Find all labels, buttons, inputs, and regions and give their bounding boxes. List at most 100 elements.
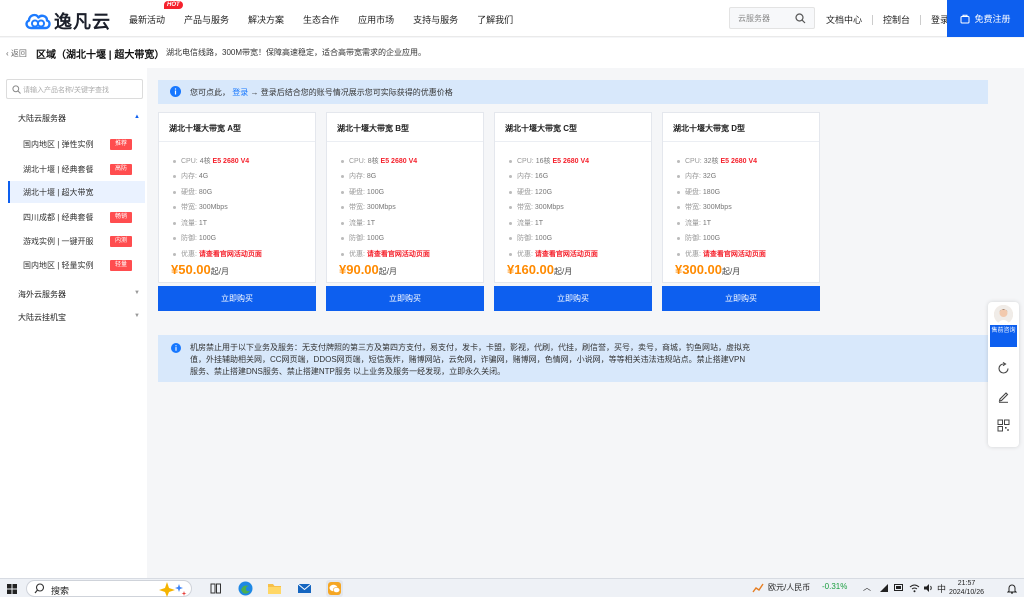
spec-label: 流量: xyxy=(181,220,197,227)
taskbar-search[interactable]: 搜索 xyxy=(26,580,192,597)
spec-traffic: 流量: 1T xyxy=(173,218,207,228)
consult-button[interactable]: 售前咨询 xyxy=(990,325,1017,347)
qrcode-icon[interactable] xyxy=(997,419,1010,432)
spec-bw: 带宽: 300Mbps xyxy=(677,202,732,212)
notice-text: 您可点此， 登录 → 登录后结合您的账号情况展示您可实际获得的优惠价格 xyxy=(190,87,453,98)
back-link[interactable]: ‹ 返回 xyxy=(6,48,27,59)
nav-marketplace[interactable]: 应用市场 xyxy=(358,13,394,26)
sidebar-item-elastic[interactable]: 国内地区 | 弹性实例 推荐 xyxy=(8,133,145,155)
spec-ddos: 防御: 100G xyxy=(341,233,384,243)
nav-solutions[interactable]: 解决方案 xyxy=(248,13,284,26)
spec-value: 1T xyxy=(534,220,544,227)
spec-value: 1T xyxy=(198,220,208,227)
system-clock[interactable]: 21:57 2024/10/26 xyxy=(949,579,984,597)
wifi-icon[interactable] xyxy=(909,583,920,593)
divider xyxy=(495,141,651,142)
page-title: 区域（湖北十堰 | 超大带宽） xyxy=(36,50,165,61)
sidebar-item-lightweight[interactable]: 国内地区 | 轻量实例 轻量 xyxy=(8,254,145,276)
buy-now-button[interactable]: 立即购买 xyxy=(662,286,820,311)
spec-traffic: 流量: 1T xyxy=(341,218,375,228)
nav-latest-activity[interactable]: 最新活动 HOT xyxy=(129,1,183,26)
file-explorer-icon[interactable] xyxy=(266,580,283,597)
sidebar-search-input[interactable]: 请输入产品名称/关键字查找 xyxy=(6,79,143,99)
card-title: 湖北十堰大带宽 D型 xyxy=(673,124,745,133)
item-badge: 高防 xyxy=(110,164,132,175)
spec-disk: 硬盘: 100G xyxy=(341,187,384,197)
buy-now-button[interactable]: 立即购买 xyxy=(494,286,652,311)
console-link[interactable]: 控制台 xyxy=(883,13,910,26)
sidebar-item-chengdu-classic[interactable]: 四川成都 | 经典套餐 畅销 xyxy=(8,206,145,228)
spec-value: 300Mbps xyxy=(198,204,228,211)
chevron-up-icon[interactable]: ︿ xyxy=(863,582,871,593)
nav-products[interactable]: 产品与服务 xyxy=(184,13,229,26)
spec-value: 32核 xyxy=(703,158,719,165)
price-value: ¥300.00 xyxy=(675,262,722,277)
price-value: ¥90.00 xyxy=(339,262,379,277)
buy-now-button[interactable]: 立即购买 xyxy=(326,286,484,311)
divider xyxy=(159,141,315,142)
spec-value: 8核 xyxy=(367,158,379,165)
site-logo[interactable]: 逸凡云 xyxy=(24,8,111,34)
register-button[interactable]: 免费注册 xyxy=(947,0,1024,37)
promo-text[interactable]: 请查看官网活动页面 xyxy=(367,251,430,258)
edge-browser-icon[interactable] xyxy=(237,580,254,597)
bullet-icon xyxy=(341,159,344,163)
nav-ecosystem[interactable]: 生态合作 xyxy=(303,13,339,26)
product-card: 湖北十堰大带宽 B型 CPU: 8核 E5 2680 V4 内存: 8G 硬盘: 10… xyxy=(326,112,484,283)
chevron-up-icon: ▲ xyxy=(134,114,140,120)
bullet-icon xyxy=(341,221,344,225)
mail-icon[interactable] xyxy=(296,580,313,597)
wechat-icon[interactable] xyxy=(326,580,343,597)
spec-ddos: 防御: 100G xyxy=(509,233,552,243)
spec-mem: 内存: 8G xyxy=(341,171,376,181)
search-placeholder: 云服务器 xyxy=(738,14,770,23)
sidebar-group-mainland-cloud[interactable]: 大陆云服务器 ▲ xyxy=(18,113,140,124)
bullet-icon xyxy=(677,252,680,256)
refresh-icon[interactable] xyxy=(997,362,1010,375)
spec-value: 4G xyxy=(198,173,209,180)
top-search-input[interactable]: 云服务器 xyxy=(729,7,815,29)
volume-icon[interactable] xyxy=(923,583,934,593)
docs-link[interactable]: 文档中心 xyxy=(826,13,862,26)
nav-support[interactable]: 支持与服务 xyxy=(413,13,458,26)
sidebar-item-shiyan-classic[interactable]: 湖北十堰 | 经典套餐 高防 xyxy=(8,158,145,180)
price-unit: 起/月 xyxy=(554,267,573,276)
ime-indicator[interactable]: 中 xyxy=(937,582,946,595)
sidebar-group-hosting[interactable]: 大陆云挂机宝 ▼ xyxy=(18,312,140,323)
search-icon[interactable] xyxy=(795,13,806,24)
login-notice: 您可点此， 登录 → 登录后结合您的账号情况展示您可实际获得的优惠价格 xyxy=(158,80,988,104)
sidebar: 请输入产品名称/关键字查找 大陆云服务器 ▲ 国内地区 | 弹性实例 推荐 湖北十堰… xyxy=(0,68,147,578)
avatar[interactable] xyxy=(994,305,1013,324)
spec-label: 内存: xyxy=(181,173,197,180)
bullet-icon xyxy=(509,174,512,178)
sidebar-item-shiyan-bandwidth[interactable]: 湖北十堰 | 超大带宽 xyxy=(8,181,145,203)
edit-icon[interactable] xyxy=(997,390,1010,403)
nav-about[interactable]: 了解我们 xyxy=(477,13,513,26)
notification-bell-icon[interactable] xyxy=(1007,583,1017,594)
sidebar-item-game[interactable]: 游戏实例 | 一键开服 内测 xyxy=(8,230,145,252)
promo-text[interactable]: 请查看官网活动页面 xyxy=(703,251,766,258)
spec-label: 带宽: xyxy=(181,204,197,211)
spec-value: 100G xyxy=(366,235,385,242)
price-unit: 起/月 xyxy=(378,267,397,276)
task-view-icon[interactable] xyxy=(207,580,224,597)
top-links: 文档中心 控制台 登录 xyxy=(826,13,949,26)
promo-text[interactable]: 请查看官网活动页面 xyxy=(535,251,598,258)
buy-now-button[interactable]: 立即购买 xyxy=(158,286,316,311)
spec-cpu: CPU: 16核 E5 2680 V4 xyxy=(509,156,589,166)
cpu-model: E5 2680 V4 xyxy=(380,158,418,165)
sidebar-group-overseas-cloud[interactable]: 海外云服务器 ▼ xyxy=(18,289,140,300)
login-link[interactable]: 登录 xyxy=(232,88,248,97)
promo-text[interactable]: 请查看官网活动页面 xyxy=(199,251,262,258)
currency-pair[interactable]: 欧元/人民币 xyxy=(768,582,810,593)
windows-start-icon[interactable] xyxy=(7,584,17,594)
spec-label: 流量: xyxy=(349,220,365,227)
spec-value: 100G xyxy=(534,235,553,242)
battery-icon[interactable] xyxy=(894,584,904,592)
group-label: 大陆云服务器 xyxy=(18,114,66,123)
product-card: 湖北十堰大带宽 A型 CPU: 4核 E5 2680 V4 内存: 4G 硬盘: 80… xyxy=(158,112,316,283)
bullet-icon xyxy=(173,174,176,178)
network-icon[interactable] xyxy=(879,583,889,593)
cloud-logo-icon xyxy=(25,13,51,30)
chevron-down-icon: ▼ xyxy=(134,313,140,319)
